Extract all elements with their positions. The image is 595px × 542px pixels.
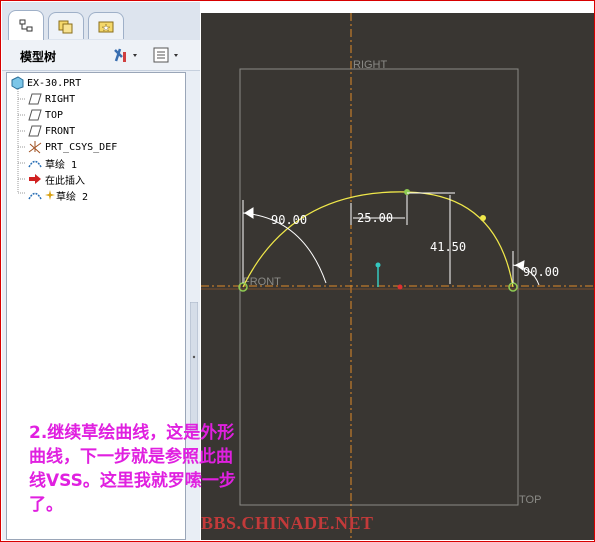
tree-item-label: 草绘 2 [56,191,89,203]
tree-item-part[interactable]: EX-30.PRT [9,75,81,91]
tree-item-label: TOP [45,109,64,121]
origin-point [397,284,403,290]
tree-item-label: EX-30.PRT [27,77,82,89]
curve-point-apex [404,189,410,195]
model-tree-toolbar: 模型树 [2,40,200,71]
sketch-icon [27,188,43,202]
tree-item-right[interactable]: RIGHT [27,91,75,107]
insert-here-arrow-icon [27,172,43,186]
annotation-line: 线VSS。这里我就罗嗦一步 [29,471,236,491]
tree-item-label: 在此插入 [45,175,85,187]
tab-favorites[interactable] [88,12,124,39]
dimension-graphics [242,192,540,286]
tree-item-front[interactable]: FRONT [27,123,75,139]
model-tree-icon [19,19,33,32]
list-dropdown-icon [153,47,178,63]
tab-folder-browser[interactable] [48,12,84,39]
tree-item-label: 草绘 1 [45,159,78,171]
sketch-icon [27,156,43,170]
datum-plane-icon [27,92,43,106]
datum-label-top: TOP [519,494,541,506]
tree-item-insert-here[interactable]: 在此插入 [27,171,85,187]
csys-icon [27,140,43,154]
datum-label-right: RIGHT [353,59,388,71]
tree-item-sketch-2[interactable]: 草绘 2 [27,187,88,203]
curve-point-right [480,215,486,221]
tree-item-label: RIGHT [45,93,76,105]
datum-label-front: FRONT [243,276,281,288]
show-options-button[interactable] [152,45,184,65]
tools-dropdown-icon [114,48,137,62]
datum-plane-icon [27,108,43,122]
tab-model-tree[interactable] [8,10,44,41]
tree-item-csys[interactable]: PRT_CSYS_DEF [27,139,117,155]
part-icon [9,76,25,90]
csys-marker-point [375,262,381,268]
settings-tools-button[interactable] [112,45,140,65]
site-watermark: BBS.CHINADE.NET [201,513,374,533]
annotation-line: 2.继续草绘曲线，这是外形 [29,423,235,443]
folder-browser-icon [58,20,73,34]
tree-item-top[interactable]: TOP [27,107,63,123]
sketch-active-icon [45,188,55,202]
tree-item-label: PRT_CSYS_DEF [45,141,118,153]
datum-plane-icon [27,124,43,138]
annotation-line: 曲线，下一步就是参照此曲 [29,447,233,467]
favorites-folder-icon [98,21,114,33]
dimension-height[interactable]: 41.50 [430,240,466,254]
panel-splitter-handle[interactable] [189,301,199,433]
tutorial-annotation: 2.继续草绘曲线，这是外形 曲线，下一步就是参照此曲 线VSS。这里我就罗嗦一步… [29,421,289,517]
dimension-angle-left[interactable]: 90.00 [271,213,307,227]
tree-item-label: FRONT [45,125,76,137]
navigator-tabbar [2,2,200,41]
dimension-angle-right[interactable]: 90.00 [523,265,559,279]
window-frame: 模型树 EX-30.PRT RIGHT TOP FRONT PRT_CSYS_D… [0,0,595,542]
dimension-horizontal[interactable]: 25.00 [357,211,393,225]
model-tree-title: 模型树 [20,50,57,64]
tree-item-sketch-1[interactable]: 草绘 1 [27,155,77,171]
